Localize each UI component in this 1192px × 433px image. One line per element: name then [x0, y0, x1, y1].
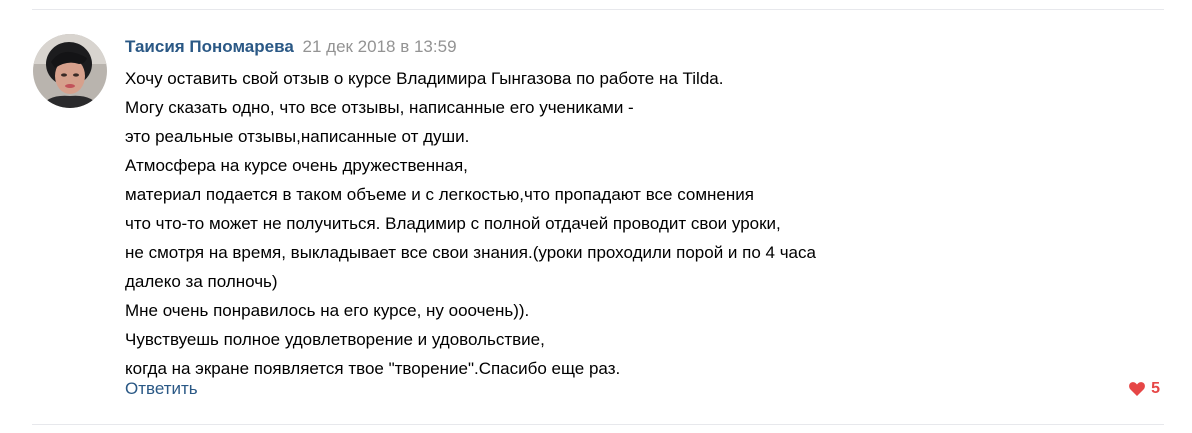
comment-line: Чувствуешь полное удовлетворение и удово…: [125, 330, 545, 349]
comment-page: Таисия Пономарева 21 дек 2018 в 13:59 Хо…: [0, 0, 1192, 433]
avatar[interactable]: [33, 34, 107, 108]
heart-icon: [1129, 382, 1145, 396]
like-button[interactable]: 5: [1129, 378, 1160, 400]
comment-line: не смотря на время, выкладывает все свои…: [125, 243, 816, 262]
author-name[interactable]: Таисия Пономарева: [125, 37, 294, 56]
comment-line: Атмосфера на курсе очень дружественная,: [125, 156, 468, 175]
comment-line: Хочу оставить свой отзыв о курсе Владими…: [125, 69, 724, 88]
comment-header: Таисия Пономарева 21 дек 2018 в 13:59: [125, 36, 1165, 58]
comment-date[interactable]: 21 дек 2018 в 13:59: [303, 37, 457, 56]
top-divider: [32, 9, 1164, 10]
comment-line: когда на экране появляется твое "творени…: [125, 359, 621, 378]
comment-line: далеко за полночь): [125, 272, 278, 291]
comment-line: материал подается в таком объеме и с лег…: [125, 185, 754, 204]
comment-text: Хочу оставить свой отзыв о курсе Владими…: [125, 64, 1165, 383]
comment-line: Могу сказать одно, что все отзывы, напис…: [125, 98, 634, 117]
comment-line: Мне очень понравилось на его курсе, ну о…: [125, 301, 530, 320]
bottom-divider: [32, 424, 1164, 425]
comment-body: Таисия Пономарева 21 дек 2018 в 13:59 Хо…: [125, 36, 1165, 383]
avatar-image: [33, 34, 107, 108]
comment-line: это реальные отзывы,написанные от души.: [125, 127, 470, 146]
comment-line: что что-то может не получиться. Владимир…: [125, 214, 781, 233]
like-count: 5: [1151, 380, 1160, 397]
reply-button[interactable]: Ответить: [125, 378, 198, 400]
